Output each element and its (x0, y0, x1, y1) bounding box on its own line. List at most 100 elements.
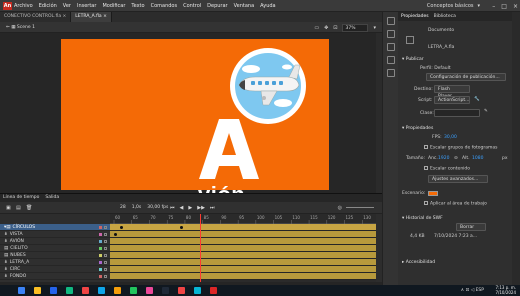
target-select[interactable]: Flash Player... (434, 85, 470, 99)
explorer-icon[interactable] (66, 287, 73, 294)
menu-control[interactable]: Control (183, 3, 201, 9)
tab-timeline[interactable]: Línea de tiempo (3, 194, 39, 202)
menu-insertar[interactable]: Insertar (77, 3, 96, 9)
frame-row[interactable] (110, 259, 376, 266)
center-stage-icon[interactable]: ✥ (324, 25, 328, 31)
scale-content-checkbox[interactable]: Escalar contenido (424, 166, 470, 172)
edge-icon[interactable] (50, 287, 57, 294)
tab-output[interactable]: Salida (45, 194, 59, 202)
keyframe[interactable] (114, 233, 117, 236)
layer-avion[interactable]: ⋔ AVIÓN (0, 238, 110, 245)
scale-frames-checkbox[interactable]: Escalar grupos de fotogramas (424, 145, 498, 151)
frame-row[interactable] (110, 252, 376, 259)
properties-icon[interactable] (386, 17, 395, 25)
airplane-circle-graphic[interactable] (229, 47, 307, 125)
tab-library[interactable]: Biblioteca (434, 12, 456, 21)
keyframe[interactable] (180, 226, 183, 229)
menu-texto[interactable]: Texto (131, 3, 144, 9)
tab-properties[interactable]: Propiedades (401, 12, 429, 21)
visibility-icon[interactable] (104, 274, 107, 278)
delete-history-button[interactable]: Borrar (456, 223, 486, 231)
menu-ayuda[interactable]: Ayuda (260, 3, 275, 9)
zoom-slider[interactable] (346, 207, 374, 208)
color-icon[interactable] (386, 43, 395, 51)
menu-modificar[interactable]: Modificar (102, 3, 125, 9)
tab-letra-a[interactable]: LETRA_A.fla × (71, 12, 112, 22)
clip-stage-icon[interactable]: ⊡ (333, 25, 337, 31)
visibility-icon[interactable] (104, 239, 107, 243)
last-frame-icon[interactable]: ⏭ (210, 202, 215, 214)
frame-row[interactable] (110, 224, 376, 231)
chevron-down-icon[interactable]: ▾ (373, 25, 376, 31)
folder-icon[interactable]: ▤ (16, 205, 21, 211)
visibility-icon[interactable] (104, 260, 107, 264)
adobe-icon[interactable] (210, 287, 217, 294)
frame-row[interactable] (110, 266, 376, 273)
stage-color-swatch[interactable] (428, 191, 438, 196)
frame-row[interactable] (110, 273, 376, 280)
layer-cielito[interactable]: ▤ CIELITO (0, 245, 110, 252)
layer-nubes[interactable]: ▤ NUBES (0, 252, 110, 259)
frame-row[interactable] (110, 245, 376, 252)
workspace-switcher[interactable]: Conceptos básicos ▾ (427, 0, 480, 12)
history-section[interactable]: ▾ Historial de SWF (402, 216, 443, 221)
visibility-icon[interactable] (104, 225, 107, 229)
zoom-input[interactable]: 37% (342, 23, 369, 32)
publish-section[interactable]: ▾ Publicar (402, 57, 424, 62)
teams-icon[interactable] (130, 287, 137, 294)
menu-archivo[interactable]: Archivo (14, 3, 33, 9)
layer-circ[interactable]: ⋔ CIRC (0, 266, 110, 273)
letter-a-graphic[interactable] (199, 117, 259, 181)
visibility-icon[interactable] (104, 246, 107, 250)
layer-vista[interactable]: ⋔ VISTA (0, 231, 110, 238)
chrome-icon[interactable] (98, 287, 105, 294)
link-icon[interactable]: ⊝ (454, 156, 458, 161)
layer-circulos[interactable]: ▾▤ CÍRCULOS (0, 224, 110, 231)
visibility-icon[interactable] (104, 232, 107, 236)
first-frame-icon[interactable]: ⏮ (170, 202, 175, 214)
system-tray[interactable]: ∧ ⊡ ◁ ESP (461, 285, 484, 296)
play-icon[interactable]: ▶ (188, 202, 192, 214)
layer-fondo[interactable]: ⋔ FONDO (0, 273, 110, 280)
publish-settings-button[interactable]: Configuración de publicación... (426, 73, 506, 81)
terminal-icon[interactable] (162, 287, 169, 294)
playhead[interactable] (200, 214, 201, 282)
menu-ventana[interactable]: Ventana (234, 3, 255, 9)
menu-depurar[interactable]: Depurar (207, 3, 227, 9)
advanced-settings-button[interactable]: Ajustes avanzados... (428, 175, 488, 183)
frame-rate[interactable]: 30,00 fps (147, 202, 168, 214)
properties-section[interactable]: ▾ Propiedades (402, 126, 433, 131)
frame-grid[interactable] (110, 224, 376, 282)
new-layer-icon[interactable]: ▣ (6, 205, 11, 211)
back-arrow-icon[interactable]: ⇐ (6, 25, 10, 30)
panel-collapse-rail[interactable] (512, 12, 520, 285)
animate-icon[interactable] (178, 287, 185, 294)
start-icon[interactable] (18, 287, 25, 294)
wrench-icon[interactable]: 🔧 (474, 97, 480, 102)
menu-comandos[interactable]: Comandos (151, 3, 178, 9)
menu-ver[interactable]: Ver (63, 3, 71, 9)
stage-canvas[interactable] (61, 39, 329, 190)
menu-edicion[interactable]: Edición (39, 3, 57, 9)
delete-layer-icon[interactable]: 🗑 (26, 205, 32, 211)
layer-letra-a[interactable]: ⋔ LETRA_A (0, 259, 110, 266)
visibility-icon[interactable] (104, 253, 107, 257)
visibility-icon[interactable] (104, 267, 107, 271)
height-value[interactable]: 1080 (472, 156, 483, 161)
keyframe[interactable] (120, 226, 123, 229)
transform-icon[interactable] (386, 69, 395, 77)
current-frame[interactable]: 28 (120, 202, 126, 214)
width-value[interactable]: 1920 (438, 156, 449, 161)
class-input[interactable] (434, 109, 480, 117)
frame-row[interactable] (110, 238, 376, 245)
next-frame-icon[interactable]: ▶▶ (197, 202, 205, 214)
apply-area-checkbox[interactable]: Aplicar al área de trabajo (424, 201, 487, 207)
scene-breadcrumb[interactable]: ⇐ ▦ Scene 1 (6, 22, 35, 33)
files-icon[interactable] (114, 287, 121, 294)
maximize-button[interactable]: □ (501, 3, 507, 10)
onion-skin-icon[interactable]: ◎ (338, 205, 342, 211)
minimize-button[interactable]: – (492, 3, 495, 10)
workspace-label[interactable]: Conceptos básicos (427, 3, 474, 9)
accessibility-section[interactable]: ▸ Accesibilidad (402, 260, 435, 265)
frame-row[interactable] (110, 231, 376, 238)
